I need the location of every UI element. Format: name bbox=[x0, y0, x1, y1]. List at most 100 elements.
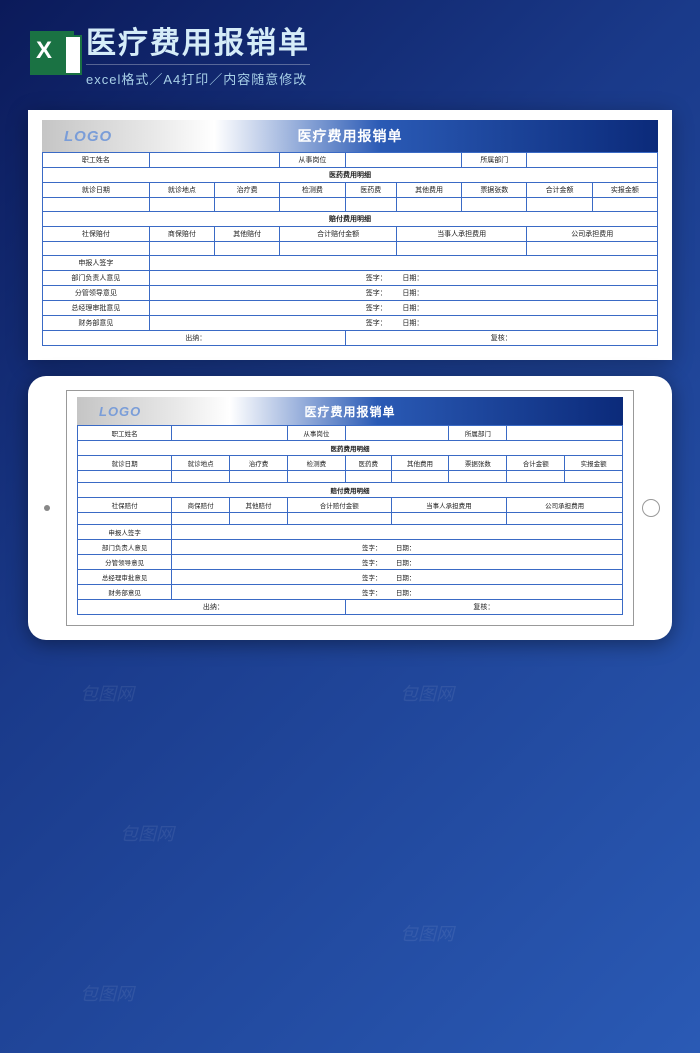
cell[interactable] bbox=[280, 198, 345, 212]
cell[interactable] bbox=[43, 242, 150, 256]
col-total-comp: 合计赔付金额 bbox=[287, 498, 391, 513]
input-dept-opinion[interactable]: 签字： 日期： bbox=[149, 271, 657, 286]
label-finance-opinion: 财务部意见 bbox=[43, 316, 150, 331]
form-header: LOGO 医疗费用报销单 bbox=[42, 120, 658, 152]
input-gm-opinion[interactable]: 签字： 日期： bbox=[172, 570, 623, 585]
input-department[interactable] bbox=[527, 153, 658, 168]
input-finance-opinion[interactable]: 签字： 日期： bbox=[172, 585, 623, 600]
input-leader-opinion[interactable]: 签字： 日期： bbox=[172, 555, 623, 570]
cell[interactable] bbox=[396, 198, 461, 212]
table-row: 部门负责人意见 签字： 日期： bbox=[78, 540, 623, 555]
col-social-ins: 社保赔付 bbox=[43, 227, 150, 242]
cell[interactable] bbox=[345, 471, 391, 483]
sign-label: 签字： bbox=[366, 275, 387, 282]
input-department[interactable] bbox=[507, 426, 623, 441]
cell[interactable] bbox=[172, 513, 230, 525]
cell[interactable] bbox=[78, 471, 172, 483]
cell[interactable] bbox=[507, 513, 623, 525]
col-total-comp: 合计赔付金额 bbox=[280, 227, 397, 242]
cell[interactable] bbox=[391, 513, 507, 525]
footer-cashier: 出纳： bbox=[43, 331, 346, 346]
table-row: 财务部意见 签字： 日期： bbox=[43, 316, 658, 331]
col-medicine-fee: 医药费 bbox=[345, 183, 396, 198]
cell[interactable] bbox=[592, 198, 657, 212]
watermark: 包图网 bbox=[80, 680, 134, 706]
cell[interactable] bbox=[391, 471, 449, 483]
cell[interactable] bbox=[287, 471, 345, 483]
label-employee-name: 职工姓名 bbox=[43, 153, 150, 168]
cell[interactable] bbox=[43, 198, 150, 212]
table-row: 分管领导意见 签字： 日期： bbox=[43, 286, 658, 301]
cell[interactable] bbox=[396, 242, 527, 256]
col-other-fee: 其他费用 bbox=[396, 183, 461, 198]
cell[interactable] bbox=[230, 471, 288, 483]
cell[interactable] bbox=[172, 471, 230, 483]
date-label: 日期： bbox=[396, 560, 416, 567]
cell[interactable] bbox=[230, 513, 288, 525]
input-employee-name[interactable] bbox=[149, 153, 280, 168]
input-leader-opinion[interactable]: 签字： 日期： bbox=[149, 286, 657, 301]
form-header: LOGO 医疗费用报销单 bbox=[77, 397, 623, 425]
cell[interactable] bbox=[462, 198, 527, 212]
sign-label: 签字： bbox=[362, 590, 382, 597]
sign-label: 签字： bbox=[362, 560, 382, 567]
cell[interactable] bbox=[149, 242, 214, 256]
label-position: 从事岗位 bbox=[287, 426, 345, 441]
watermark: 包图网 bbox=[400, 680, 454, 706]
reimbursement-table: 职工姓名 从事岗位 所属部门 医药费用明细 就诊日期 就诊地点 治疗费 检测费 … bbox=[77, 425, 623, 615]
cell[interactable] bbox=[527, 198, 592, 212]
banner-subtitle: excel格式／A4打印／内容随意修改 bbox=[86, 64, 310, 88]
date-label: 日期： bbox=[396, 575, 416, 582]
col-receipt-count: 票据张数 bbox=[462, 183, 527, 198]
input-employee-name[interactable] bbox=[172, 426, 288, 441]
col-personal-bear: 当事人承担费用 bbox=[391, 498, 507, 513]
date-label: 日期： bbox=[396, 590, 416, 597]
col-actual-amount: 实报金额 bbox=[592, 183, 657, 198]
cell[interactable] bbox=[449, 471, 507, 483]
col-visit-date: 就诊日期 bbox=[43, 183, 150, 198]
cell[interactable] bbox=[280, 242, 397, 256]
cell[interactable] bbox=[149, 198, 214, 212]
cell[interactable] bbox=[215, 242, 280, 256]
input-dept-opinion[interactable]: 签字： 日期： bbox=[172, 540, 623, 555]
col-test-fee: 检测费 bbox=[280, 183, 345, 198]
label-department: 所属部门 bbox=[449, 426, 507, 441]
input-position[interactable] bbox=[345, 426, 449, 441]
input-finance-opinion[interactable]: 签字： 日期： bbox=[149, 316, 657, 331]
section-compensation: 赔付费用明细 bbox=[43, 212, 658, 227]
section-compensation: 赔付费用明细 bbox=[78, 483, 623, 498]
cell[interactable] bbox=[527, 242, 658, 256]
input-position[interactable] bbox=[345, 153, 462, 168]
table-row bbox=[43, 242, 658, 256]
sign-label: 签字： bbox=[362, 545, 382, 552]
section-header: 医药费用明细 bbox=[43, 168, 658, 183]
watermark: 包图网 bbox=[80, 980, 134, 1006]
cell[interactable] bbox=[78, 513, 172, 525]
label-department: 所属部门 bbox=[462, 153, 527, 168]
input-applicant-sign[interactable] bbox=[172, 525, 623, 540]
date-label: 日期： bbox=[396, 545, 416, 552]
col-commercial-ins: 商保赔付 bbox=[172, 498, 230, 513]
table-row: 就诊日期 就诊地点 治疗费 检测费 医药费 其他费用 票据张数 合计金额 实报金… bbox=[78, 456, 623, 471]
section-header: 赔付费用明细 bbox=[78, 483, 623, 498]
tablet-camera-icon bbox=[44, 505, 50, 511]
label-gm-opinion: 总经理审批意见 bbox=[78, 570, 172, 585]
cell[interactable] bbox=[215, 198, 280, 212]
label-leader-opinion: 分管领导意见 bbox=[43, 286, 150, 301]
input-applicant-sign[interactable] bbox=[149, 256, 657, 271]
cell[interactable] bbox=[287, 513, 391, 525]
cell[interactable] bbox=[345, 198, 396, 212]
form-title: 医疗费用报销单 bbox=[298, 126, 403, 146]
table-row: 申报人签字 bbox=[78, 525, 623, 540]
cell[interactable] bbox=[507, 471, 565, 483]
input-gm-opinion[interactable]: 签字： 日期： bbox=[149, 301, 657, 316]
col-test-fee: 检测费 bbox=[287, 456, 345, 471]
cell[interactable] bbox=[565, 471, 623, 483]
sign-label: 签字： bbox=[362, 575, 382, 582]
section-header: 赔付费用明细 bbox=[43, 212, 658, 227]
table-row: 部门负责人意见 签字： 日期： bbox=[43, 271, 658, 286]
label-position: 从事岗位 bbox=[280, 153, 345, 168]
table-row bbox=[43, 198, 658, 212]
col-social-ins: 社保赔付 bbox=[78, 498, 172, 513]
date-label: 日期： bbox=[402, 275, 423, 282]
